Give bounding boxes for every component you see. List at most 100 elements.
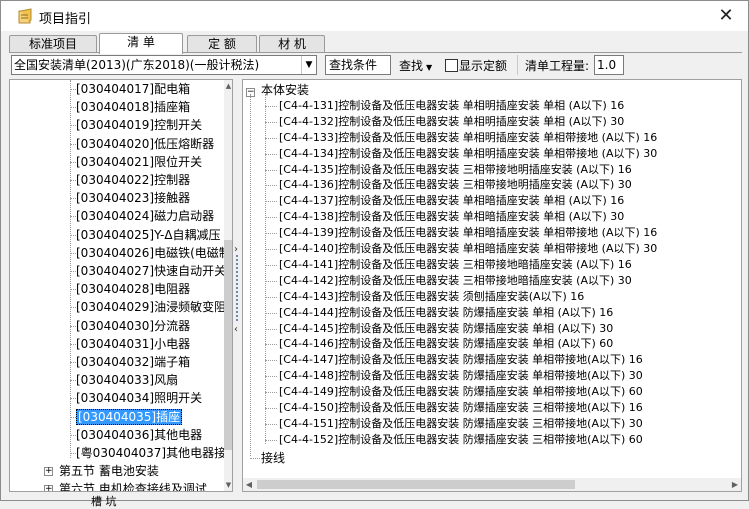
quota-item[interactable]: [C4-4-149]控制设备及低压电器安装 防爆插座安装 单相带接地(A以下) … [279, 384, 643, 400]
quota-item[interactable]: [C4-4-135]控制设备及低压电器安装 三相带接地明插座安装 (A以下) 1… [279, 162, 632, 178]
tree-branch [70, 380, 76, 382]
tree-section[interactable]: + 第六节 电机检查接线及调试 [44, 480, 207, 492]
tree-root[interactable]: − 本体安装 [243, 82, 309, 98]
list-item[interactable]: [030404024]磁力启动器 [76, 207, 214, 225]
tab-material[interactable]: 材 机 [259, 35, 325, 53]
list-item[interactable]: [030404026]电磁铁(电磁制 [76, 244, 231, 262]
tree-branch [70, 198, 76, 200]
show-quota-label[interactable]: 显示定额 [459, 57, 507, 74]
list-item[interactable]: [030404017]配电箱 [76, 80, 190, 98]
quota-item[interactable]: [C4-4-147]控制设备及低压电器安装 防爆插座安装 单相带接地(A以下) … [279, 352, 643, 368]
list-item-label: [030404028]电阻器 [76, 282, 191, 297]
quota-item[interactable]: [C4-4-148]控制设备及低压电器安装 防爆插座安装 单相带接地(A以下) … [279, 368, 643, 384]
list-item-label: [030404018]插座箱 [76, 100, 191, 115]
quota-item[interactable]: [C4-4-133]控制设备及低压电器安装 单相明插座安装 单相带接地 (A以下… [279, 130, 657, 146]
quota-item[interactable]: [C4-4-134]控制设备及低压电器安装 单相明插座安装 单相带接地 (A以下… [279, 146, 657, 162]
find-button[interactable]: 查找 ▼ [399, 57, 432, 74]
tree-branch [70, 271, 76, 272]
clipped-tree-row: 槽 坑 [91, 495, 117, 508]
tree-branch [70, 416, 76, 418]
pane-splitter[interactable]: › ‹ [233, 79, 242, 492]
quota-item[interactable]: [C4-4-138]控制设备及低压电器安装 单相暗插座安装 单相 (A以下) 3… [279, 209, 624, 225]
list-item[interactable]: [030404033]风扇 [76, 371, 178, 389]
qty-input[interactable]: 1.0 [594, 55, 624, 75]
scroll-thumb[interactable] [257, 480, 575, 489]
list-item[interactable]: [030404027]快速自动开关 [76, 262, 226, 280]
quota-item[interactable]: [C4-4-150]控制设备及低压电器安装 防爆插座安装 三相带接地(A以下) … [279, 400, 643, 416]
tree-branch [265, 233, 277, 235]
tree-section-label: 第六节 电机检查接线及调试 [59, 482, 207, 492]
expand-plus-icon[interactable]: + [44, 467, 53, 477]
list-item[interactable]: [粤030404037]其他电器接 [76, 444, 226, 462]
list-item-label: [030404024]磁力启动器 [76, 209, 215, 224]
close-icon[interactable]: ✕ [713, 5, 739, 27]
list-item[interactable]: [030404028]电阻器 [76, 280, 190, 298]
quota-item[interactable]: [C4-4-145]控制设备及低压电器安装 防爆插座安装 单相 (A以下) 30 [279, 321, 613, 337]
list-item[interactable]: [030404020]低压熔断器 [76, 135, 214, 153]
list-item[interactable]: [030404031]小电器 [76, 335, 190, 353]
list-item[interactable]: [030404032]端子箱 [76, 353, 190, 371]
list-item[interactable]: [030404025]Y-Δ自耦减压 [76, 226, 221, 244]
tree-branch [70, 289, 76, 291]
quota-item[interactable]: [C4-4-137]控制设备及低压电器安装 单相暗插座安装 单相 (A以下) 1… [279, 193, 624, 209]
quota-item[interactable]: [C4-4-146]控制设备及低压电器安装 防爆插座安装 单相 (A以下) 60 [279, 336, 613, 352]
tree-root-label: 本体安装 [261, 83, 310, 97]
list-item[interactable]: [030404029]油浸频敏变阻 [76, 298, 226, 316]
catalog-select[interactable]: 全国安装清单(2013)(广东2018)(一般计税法) ▼ [11, 55, 317, 75]
quota-item[interactable]: [C4-4-132]控制设备及低压电器安装 单相明插座安装 单相 (A以下) 3… [279, 114, 624, 130]
search-condition-input[interactable]: 查找条件 [325, 55, 391, 75]
list-item[interactable]: [030404021]限位开关 [76, 153, 202, 171]
tab-list[interactable]: 清 单 [99, 33, 183, 54]
quota-item[interactable]: [C4-4-142]控制设备及低压电器安装 三相带接地暗插座安装 (A以下) 3… [279, 273, 632, 289]
list-item[interactable]: [030404030]分流器 [76, 317, 190, 335]
list-item[interactable]: [030404035]插座 [76, 408, 183, 426]
scroll-down-icon[interactable]: ▼ [224, 479, 232, 491]
quota-item[interactable]: [C4-4-141]控制设备及低压电器安装 三相带接地暗插座安装 (A以下) 1… [279, 257, 632, 273]
right-horizontal-scrollbar[interactable]: ◀ ▶ [243, 478, 741, 491]
list-item[interactable]: [030404022]控制器 [76, 171, 190, 189]
collapse-right-icon[interactable]: ‹ [234, 324, 238, 335]
tree-branch [265, 121, 277, 123]
project-guide-window: 项目指引 ✕ 标准项目清 单定 额材 机 全国安装清单(2013)(广东2018… [0, 0, 749, 508]
quota-item[interactable]: [C4-4-139]控制设备及低压电器安装 单相暗插座安装 单相带接地 (A以下… [279, 225, 657, 241]
list-item-label: [粤030404037]其他电器接 [76, 446, 227, 460]
collapse-left-icon[interactable]: › [234, 244, 238, 255]
list-item[interactable]: [030404034]照明开关 [76, 389, 202, 407]
show-quota-checkbox[interactable] [445, 59, 458, 72]
tree-section[interactable]: + 第五节 蓄电池安装 [44, 462, 159, 480]
qty-label: 清单工程量: [525, 59, 590, 73]
quota-item[interactable]: [C4-4-144]控制设备及低压电器安装 防爆插座安装 单相 (A以下) 16 [279, 305, 613, 321]
chevron-down-icon[interactable]: ▼ [301, 56, 316, 74]
scroll-thumb[interactable] [224, 240, 232, 450]
splitter-grip[interactable] [236, 255, 238, 321]
quota-item[interactable]: [C4-4-140]控制设备及低压电器安装 单相暗插座安装 单相带接地 (A以下… [279, 241, 657, 257]
tree-branch [70, 307, 76, 309]
tree-branch [265, 328, 277, 330]
tree-sibling-node[interactable]: 接线 [261, 450, 285, 466]
quota-item[interactable]: [C4-4-143]控制设备及低压电器安装 须刨插座安装(A以下) 16 [279, 289, 584, 305]
list-item-label: [030404023]接触器 [76, 191, 191, 206]
tree-branch [70, 343, 76, 345]
scroll-right-icon[interactable]: ▶ [729, 478, 741, 491]
tree-branch [265, 408, 277, 409]
list-item[interactable]: [030404018]插座箱 [76, 98, 190, 116]
quota-item[interactable]: [C4-4-131]控制设备及低压电器安装 单相明插座安装 单相 (A以下) 1… [279, 98, 624, 114]
tree-branch [265, 280, 277, 282]
scroll-up-icon[interactable]: ▲ [224, 80, 232, 92]
list-item[interactable]: [030404036]其他电器 [76, 426, 202, 444]
expand-plus-icon[interactable]: + [44, 485, 53, 491]
tab-standard-project[interactable]: 标准项目 [9, 35, 97, 53]
tree-branch [70, 216, 76, 218]
list-item[interactable]: [030404023]接触器 [76, 189, 190, 207]
scroll-left-icon[interactable]: ◀ [243, 478, 255, 491]
tree-branch [250, 457, 260, 459]
tab-quota[interactable]: 定 额 [187, 35, 257, 53]
list-item[interactable]: [030404019]控制开关 [76, 116, 202, 134]
quota-item[interactable]: [C4-4-152]控制设备及低压电器安装 防爆插座安装 三相带接地(A以下) … [279, 432, 643, 448]
left-vertical-scrollbar[interactable]: ▲ ▼ [224, 80, 232, 491]
tree-branch [265, 344, 277, 346]
tree-section-label: 第五节 蓄电池安装 [59, 464, 159, 479]
quota-item[interactable]: [C4-4-136]控制设备及低压电器安装 三相带接地明插座安装 (A以下) 3… [279, 177, 632, 193]
quota-item[interactable]: [C4-4-151]控制设备及低压电器安装 防爆插座安装 三相带接地(A以下) … [279, 416, 643, 432]
tree-branch [265, 201, 277, 203]
